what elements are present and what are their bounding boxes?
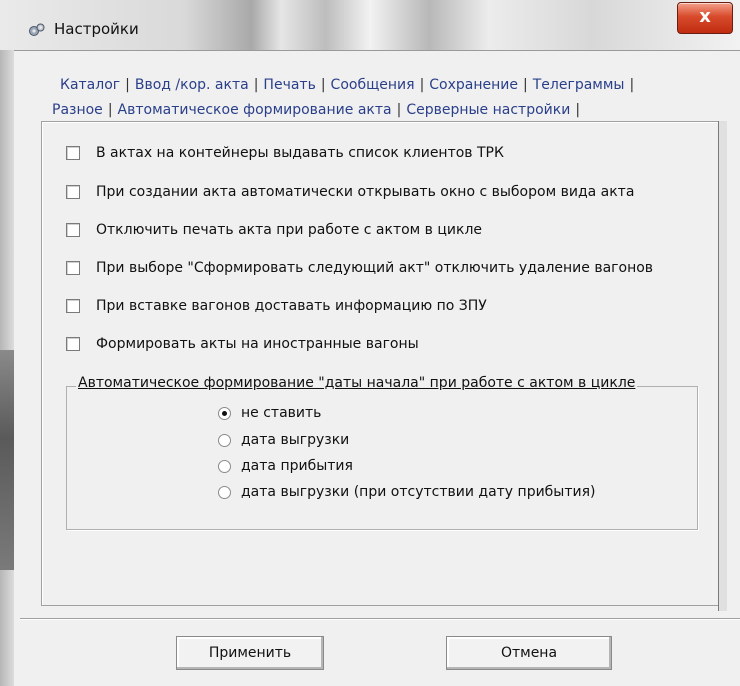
radio-label: дата прибытия [241, 458, 353, 474]
tab-row-2: Разное | Автоматическое формирование акта |… [50, 102, 583, 118]
radio-label: дата выгрузки [241, 432, 350, 448]
tab-auto-act[interactable]: Автоматическое формирование акта [116, 102, 394, 118]
settings-gears-icon [29, 23, 45, 36]
option-label: В актах на контейнеры выдавать список кл… [96, 145, 504, 161]
tab-row-1: Каталог | Ввод /кор. акта | Печать | Сообщения… [58, 77, 637, 93]
tab-separator: | [419, 77, 425, 93]
button-area-divider [20, 618, 740, 620]
radio-unload-or-arrival[interactable]: дата выгрузки (при отсутствии дату прибы… [218, 482, 596, 502]
checkbox[interactable] [66, 261, 80, 275]
tab-telegrams[interactable]: Телеграммы [531, 77, 627, 93]
tab-separator: | [575, 102, 581, 118]
close-button[interactable]: x [677, 2, 733, 34]
groupbox-legend: Автоматическое формирование "даты начала… [76, 375, 638, 391]
radio-unload-date[interactable]: дата выгрузки [218, 430, 349, 450]
tab-messages[interactable]: Сообщения [329, 77, 417, 93]
tab-separator: | [629, 77, 635, 93]
option-foreign-wagons[interactable]: Формировать акты на иностранные вагоны [66, 333, 419, 355]
radio-no-date[interactable]: не ставить [218, 403, 321, 423]
tab-separator: | [320, 77, 326, 93]
radio-label: дата выгрузки (при отсутствии дату прибы… [241, 484, 596, 500]
option-disable-wagon-removal[interactable]: При выборе "Сформировать следующий акт" … [66, 257, 653, 279]
tab-separator: | [396, 102, 402, 118]
tab-catalog[interactable]: Каталог [58, 77, 122, 93]
tab-server-settings[interactable]: Серверные настройки [404, 102, 572, 118]
tab-print[interactable]: Печать [261, 77, 317, 93]
option-auto-open-act-type[interactable]: При создании акта автоматически открыват… [66, 181, 634, 203]
checkbox[interactable] [66, 146, 80, 160]
option-trk-clients[interactable]: В актах на контейнеры выдавать список кл… [66, 142, 504, 164]
option-label: Формировать акты на иностранные вагоны [96, 336, 419, 352]
checkbox[interactable] [66, 299, 80, 313]
tab-separator: | [107, 102, 113, 118]
option-label: Отключить печать акта при работе с актом… [96, 222, 483, 238]
radio-button[interactable] [218, 433, 231, 447]
panel-edge [718, 121, 727, 611]
option-label: При вставке вагонов доставать информацию… [96, 298, 487, 314]
window-title: Настройки [54, 20, 139, 38]
radio-arrival-date[interactable]: дата прибытия [218, 456, 353, 476]
radio-button[interactable] [218, 406, 231, 420]
tab-misc[interactable]: Разное [50, 102, 105, 118]
tab-separator: | [523, 77, 528, 93]
apply-button[interactable]: Применить [176, 636, 324, 670]
cancel-button[interactable]: Отмена [446, 636, 612, 670]
background-edge [0, 50, 14, 686]
tab-saving[interactable]: Сохранение [427, 77, 520, 93]
radio-button[interactable] [218, 459, 231, 473]
option-disable-print-cycle[interactable]: Отключить печать акта при работе с актом… [66, 219, 482, 241]
radio-label: не ставить [241, 405, 322, 421]
option-zpu-info[interactable]: При вставке вагонов доставать информацию… [66, 295, 487, 317]
checkbox[interactable] [66, 223, 80, 237]
tab-separator: | [125, 77, 130, 93]
tab-separator: | [253, 77, 259, 93]
option-label: При выборе "Сформировать следующий акт" … [96, 260, 654, 276]
option-label: При создании акта автоматически открыват… [96, 184, 635, 200]
start-date-groupbox [66, 386, 698, 530]
title-bar[interactable]: Настройки x [0, 0, 740, 51]
radio-button[interactable] [218, 485, 231, 499]
settings-window: Настройки x Каталог | Ввод /кор. акта | Печа… [0, 0, 740, 686]
checkbox[interactable] [66, 337, 80, 351]
checkbox[interactable] [66, 185, 80, 199]
tab-act-input[interactable]: Ввод /кор. акта [133, 77, 251, 93]
